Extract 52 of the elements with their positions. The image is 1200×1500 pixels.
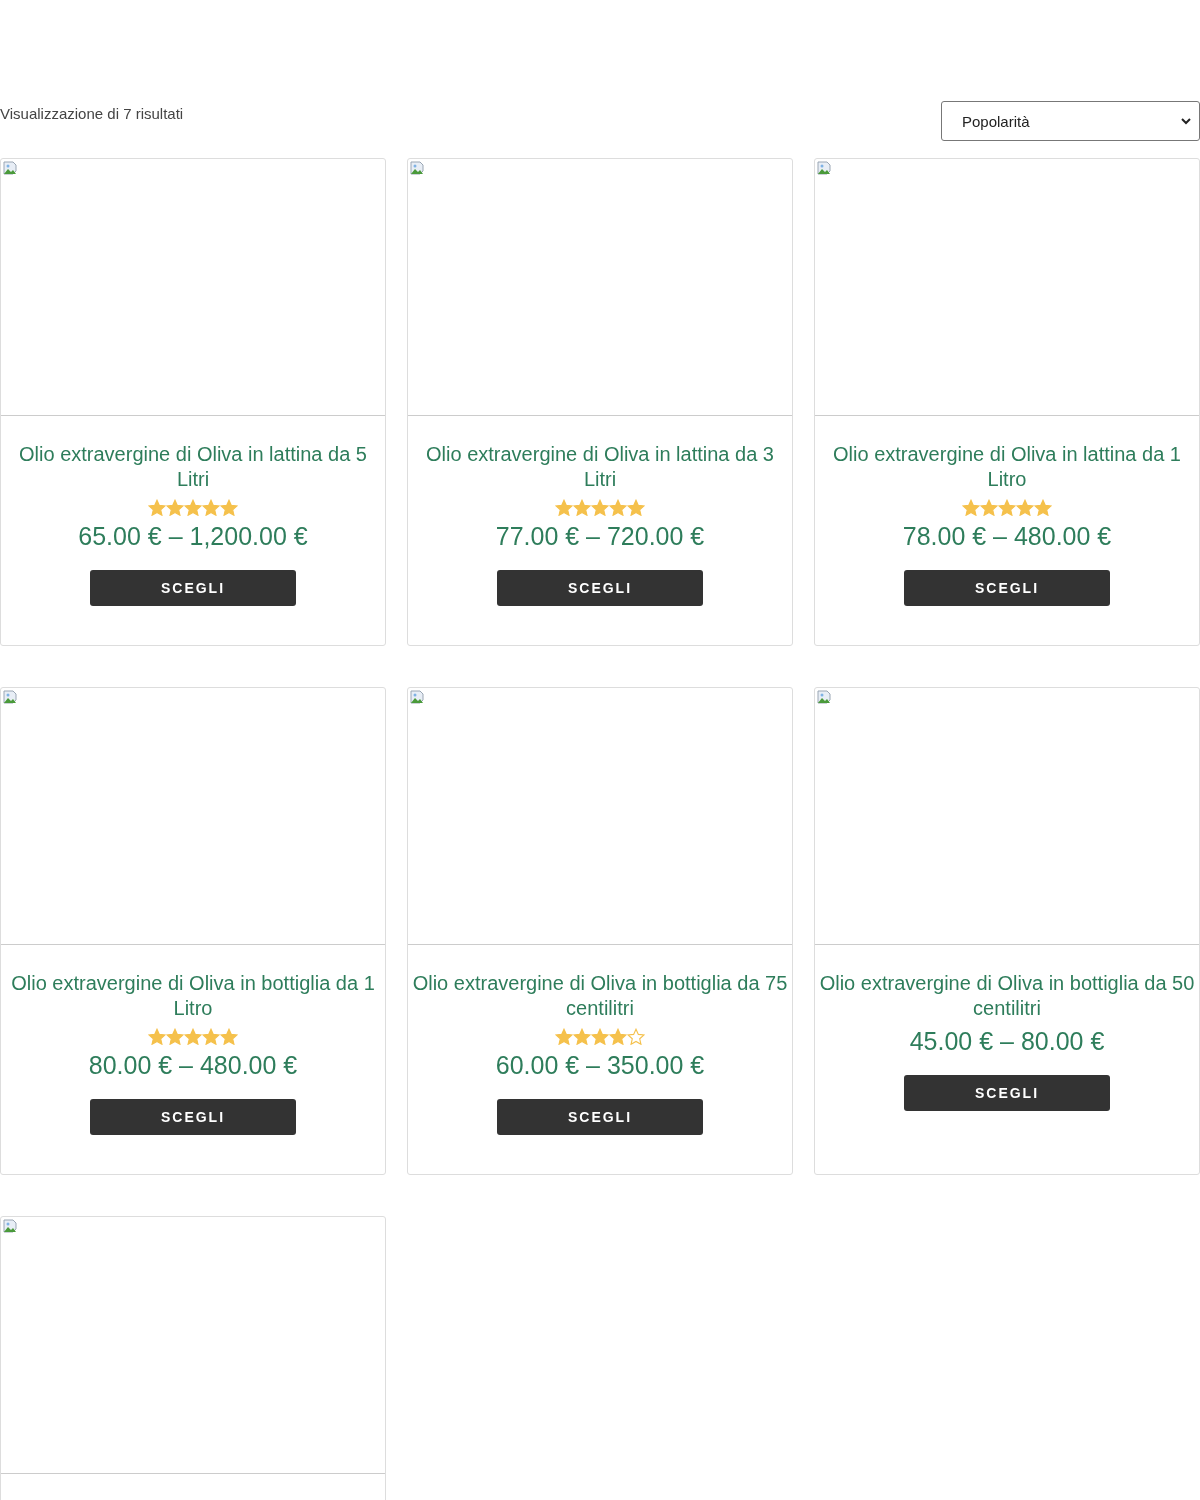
filled-star-icon — [1016, 499, 1034, 516]
broken-image-icon — [817, 690, 833, 706]
price-range: 45.00 € – 80.00 € — [909, 1027, 1105, 1056]
filled-star-icon — [980, 499, 998, 516]
filled-star-icon — [591, 499, 609, 516]
filled-star-icon — [555, 499, 573, 516]
broken-image-icon — [3, 161, 19, 177]
product-title[interactable]: Olio extravergine di Oliva in lattina da 3 Litri — [408, 442, 792, 492]
chevron-down-icon — [1181, 117, 1191, 125]
broken-image-icon — [3, 690, 19, 706]
price-range: 65.00 € – 1,200.00 € — [78, 522, 308, 551]
product-title[interactable]: Olio extravergine di Oliva in bottiglia da 1 Litro — [1, 971, 385, 1021]
product-title[interactable]: Olio extravergine di Oliva in lattina da 5 Litri — [1, 442, 385, 492]
filled-star-icon — [573, 1028, 591, 1045]
broken-image-icon — [410, 690, 426, 706]
filled-star-icon — [220, 1028, 238, 1045]
filled-star-icon — [573, 499, 591, 516]
choose-button[interactable]: SCEGLI — [90, 1099, 296, 1135]
filled-star-icon — [609, 499, 627, 516]
product-title[interactable]: Olio extravergine di Oliva in bottiglia da 50 centilitri — [815, 971, 1199, 1021]
filled-star-icon — [166, 499, 184, 516]
filled-star-icon — [220, 499, 238, 516]
product-title[interactable]: Olio extravergine di Oliva in bottiglia da 75 centilitri — [408, 971, 792, 1021]
filled-star-icon — [1034, 499, 1052, 516]
filled-star-icon — [184, 1028, 202, 1045]
product-title[interactable]: Olio extravergine di Oliva in lattina da 1 Litro — [815, 442, 1199, 492]
price-range: 77.00 € – 720.00 € — [495, 522, 705, 551]
filled-star-icon — [202, 499, 220, 516]
choose-button[interactable]: SCEGLI — [497, 570, 703, 606]
result-count: Visualizzazione di 7 risultati — [0, 105, 184, 122]
broken-image-icon — [3, 1219, 19, 1235]
choose-button[interactable]: SCEGLI — [904, 1075, 1110, 1111]
filled-star-icon — [148, 499, 166, 516]
price-range: 60.00 € – 350.00 € — [495, 1051, 705, 1080]
filled-star-icon — [555, 1028, 573, 1045]
filled-star-icon — [166, 1028, 184, 1045]
broken-image-icon — [410, 161, 426, 177]
filled-star-icon — [591, 1028, 609, 1045]
choose-button[interactable]: SCEGLI — [497, 1099, 703, 1135]
broken-image-icon — [817, 161, 833, 177]
filled-star-icon — [609, 1028, 627, 1045]
filled-star-icon — [184, 499, 202, 516]
price-range: 80.00 € – 480.00 € — [88, 1051, 298, 1080]
filled-star-icon — [627, 499, 645, 516]
price-range: 78.00 € – 480.00 € — [902, 522, 1112, 551]
choose-button[interactable]: SCEGLI — [90, 570, 296, 606]
filled-star-icon — [148, 1028, 166, 1045]
filled-star-icon — [998, 499, 1016, 516]
filled-star-icon — [202, 1028, 220, 1045]
sort-dropdown[interactable]: Popolarità — [941, 101, 1200, 141]
choose-button[interactable]: SCEGLI — [904, 570, 1110, 606]
filled-star-icon — [962, 499, 980, 516]
